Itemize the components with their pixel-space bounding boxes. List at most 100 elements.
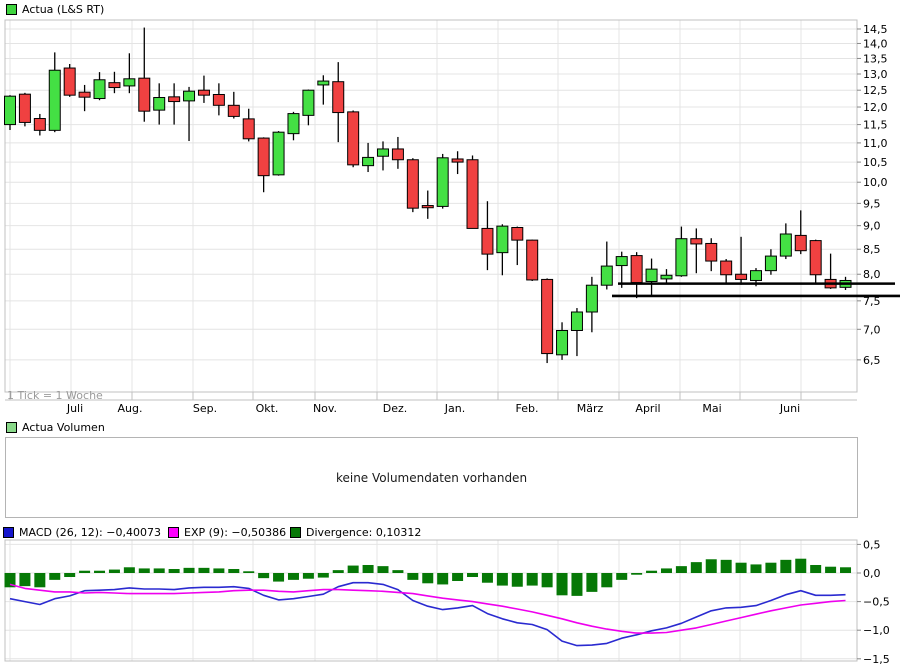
volume-series-marker-icon: [6, 422, 17, 433]
candle-body: [34, 119, 45, 131]
candle-body: [422, 206, 433, 208]
y-axis-label: 12,0: [863, 101, 888, 114]
candle-body: [198, 90, 209, 95]
x-axis-month-label: Sep.: [193, 402, 217, 415]
candle-body: [363, 157, 374, 165]
divergence-bar: [542, 573, 553, 587]
candle-body: [318, 81, 329, 85]
candle: [273, 131, 284, 176]
candle: [601, 242, 612, 290]
y-axis-label: 9,5: [863, 197, 881, 210]
candle-body: [751, 271, 762, 281]
candle-body: [706, 243, 717, 261]
price-chart[interactable]: 14,514,013,513,012,512,011,511,010,510,0…: [0, 0, 900, 418]
candle-body: [512, 228, 523, 241]
divergence-bar: [557, 573, 568, 595]
candle-body: [557, 330, 568, 354]
candle-body: [139, 78, 150, 111]
macd-chart[interactable]: 0,50,0−0,5−1,0−1,5: [0, 538, 900, 670]
candle-body: [169, 97, 180, 102]
candle-body: [303, 90, 314, 115]
chart-application: Actua (L&S RT) 14,514,013,513,012,512,01…: [0, 0, 900, 670]
candle-body: [243, 119, 254, 139]
candle: [736, 237, 747, 285]
divergence-bar: [780, 560, 791, 573]
candle: [348, 110, 359, 167]
divergence-bar: [333, 570, 344, 573]
y-axis-label: −1,5: [863, 653, 890, 666]
y-axis-label: −0,5: [863, 596, 890, 609]
divergence-bar: [169, 569, 180, 573]
candle: [288, 112, 299, 140]
candle: [49, 52, 60, 132]
divergence-bar: [378, 566, 389, 573]
x-axis-month-label: Juli: [66, 402, 83, 415]
candle: [34, 114, 45, 136]
candle-body: [228, 105, 239, 116]
divergence-bar: [497, 573, 508, 586]
candle-body: [661, 275, 672, 279]
candle-body: [736, 274, 747, 279]
divergence-bar: [482, 573, 493, 583]
candle-body: [721, 261, 732, 275]
divergence-bar: [139, 568, 150, 573]
candle-body: [616, 257, 627, 266]
divergence-bar: [363, 565, 374, 573]
candle: [542, 278, 553, 363]
macd-series-marker-icon: [3, 527, 14, 538]
divergence-bar: [437, 573, 448, 584]
candle-body: [213, 95, 224, 106]
volume-empty-message: keine Volumendaten vorhanden: [336, 471, 527, 485]
y-axis-label: 8,5: [863, 243, 881, 256]
y-axis-label: 6,5: [863, 354, 881, 367]
candle-body: [780, 234, 791, 256]
y-axis-label: 10,5: [863, 156, 888, 169]
candle: [64, 64, 75, 97]
divergence-bar: [94, 571, 105, 573]
candle-body: [646, 269, 657, 281]
y-axis-label: 8,0: [863, 268, 881, 281]
divergence-bar: [124, 567, 135, 573]
divergence-bar: [273, 573, 284, 582]
volume-chart[interactable]: keine Volumendaten vorhanden: [5, 437, 858, 518]
divergence-bar: [422, 573, 433, 583]
candle-body: [542, 279, 553, 353]
candle-body: [810, 241, 821, 275]
candle-body: [765, 256, 776, 271]
candle-body: [333, 82, 344, 113]
candle-body: [348, 112, 359, 165]
candle: [467, 155, 478, 228]
candle-body: [571, 312, 582, 330]
candle: [378, 141, 389, 170]
candle-body: [392, 149, 403, 160]
divergence-bar: [303, 573, 314, 579]
x-axis-month-label: Mai: [702, 402, 721, 415]
candle-body: [631, 256, 642, 283]
y-axis-label: 7,0: [863, 323, 881, 336]
candle: [139, 28, 150, 122]
x-axis-month-label: Feb.: [516, 402, 539, 415]
candle: [198, 76, 209, 103]
x-axis-month-label: Jan.: [444, 402, 465, 415]
candle-body: [497, 226, 508, 253]
divergence-bar: [467, 573, 478, 577]
candle-body: [154, 98, 165, 111]
candle-body: [288, 114, 299, 134]
candle: [169, 83, 180, 124]
plot-frame: [5, 540, 857, 661]
divergence-bar: [213, 568, 224, 573]
divergence-bar: [407, 573, 418, 580]
x-axis-month-label: Juni: [779, 402, 800, 415]
divergence-bar: [795, 559, 806, 573]
divergence-bar: [527, 573, 538, 586]
candle: [571, 308, 582, 356]
candle-body: [452, 159, 463, 162]
candle: [527, 240, 538, 281]
divergence-bar: [318, 573, 329, 578]
candle: [5, 95, 16, 130]
candle: [721, 259, 732, 283]
divergence-bar: [661, 568, 672, 573]
candle: [646, 259, 657, 297]
candle: [512, 227, 523, 265]
candle: [706, 238, 717, 271]
